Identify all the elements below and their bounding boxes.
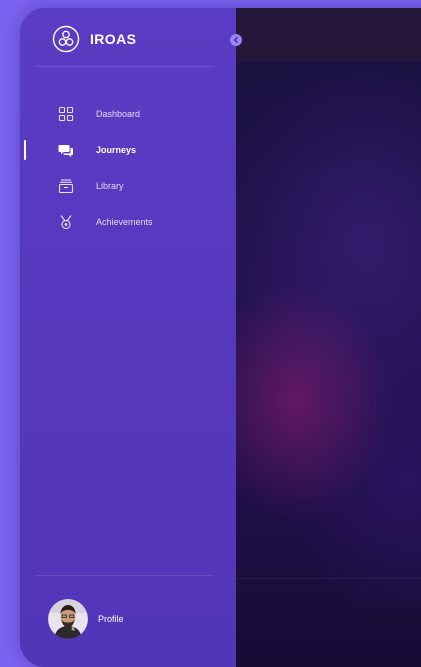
- sidebar-item-label: Journeys: [96, 145, 137, 155]
- sidebar-item-dashboard[interactable]: Dashboard: [20, 96, 236, 132]
- sidebar-item-label: Achievements: [96, 217, 153, 227]
- sidebar-divider-bottom: [36, 575, 214, 576]
- app-window: IROAS Dashboard Journeys Library Achieve…: [20, 8, 421, 667]
- sidebar-divider-top: [36, 66, 214, 67]
- sidebar-item-achievements[interactable]: Achievements: [20, 204, 236, 240]
- chevron-left-icon: [234, 37, 238, 43]
- avatar: [48, 599, 88, 639]
- sidebar-item-journeys[interactable]: Journeys: [20, 132, 236, 168]
- iroas-logo-icon: [52, 25, 80, 53]
- sidebar-nav: Dashboard Journeys Library Achievements: [20, 96, 236, 240]
- brand[interactable]: IROAS: [52, 24, 136, 54]
- sidebar-item-label: Dashboard: [96, 109, 141, 119]
- brand-name: IROAS: [90, 31, 137, 47]
- profile-link[interactable]: Profile: [48, 599, 124, 639]
- active-indicator: [24, 140, 26, 160]
- sidebar: IROAS Dashboard Journeys Library Achieve…: [20, 8, 236, 667]
- screen: IROAS Dashboard Journeys Library Achieve…: [0, 0, 421, 667]
- archive-box-icon: [58, 178, 74, 194]
- sidebar-item-library[interactable]: Library: [20, 168, 236, 204]
- sidebar-collapse-button[interactable]: [230, 34, 242, 46]
- top-bar: [236, 8, 421, 62]
- main-area: [236, 8, 421, 667]
- grid-icon: [58, 106, 74, 122]
- chat-bubbles-icon: [58, 142, 74, 158]
- content-background: [236, 62, 421, 667]
- profile-label: Profile: [98, 614, 124, 624]
- content-divider: [236, 578, 421, 579]
- sidebar-item-label: Library: [96, 181, 124, 191]
- medal-icon: [58, 214, 74, 230]
